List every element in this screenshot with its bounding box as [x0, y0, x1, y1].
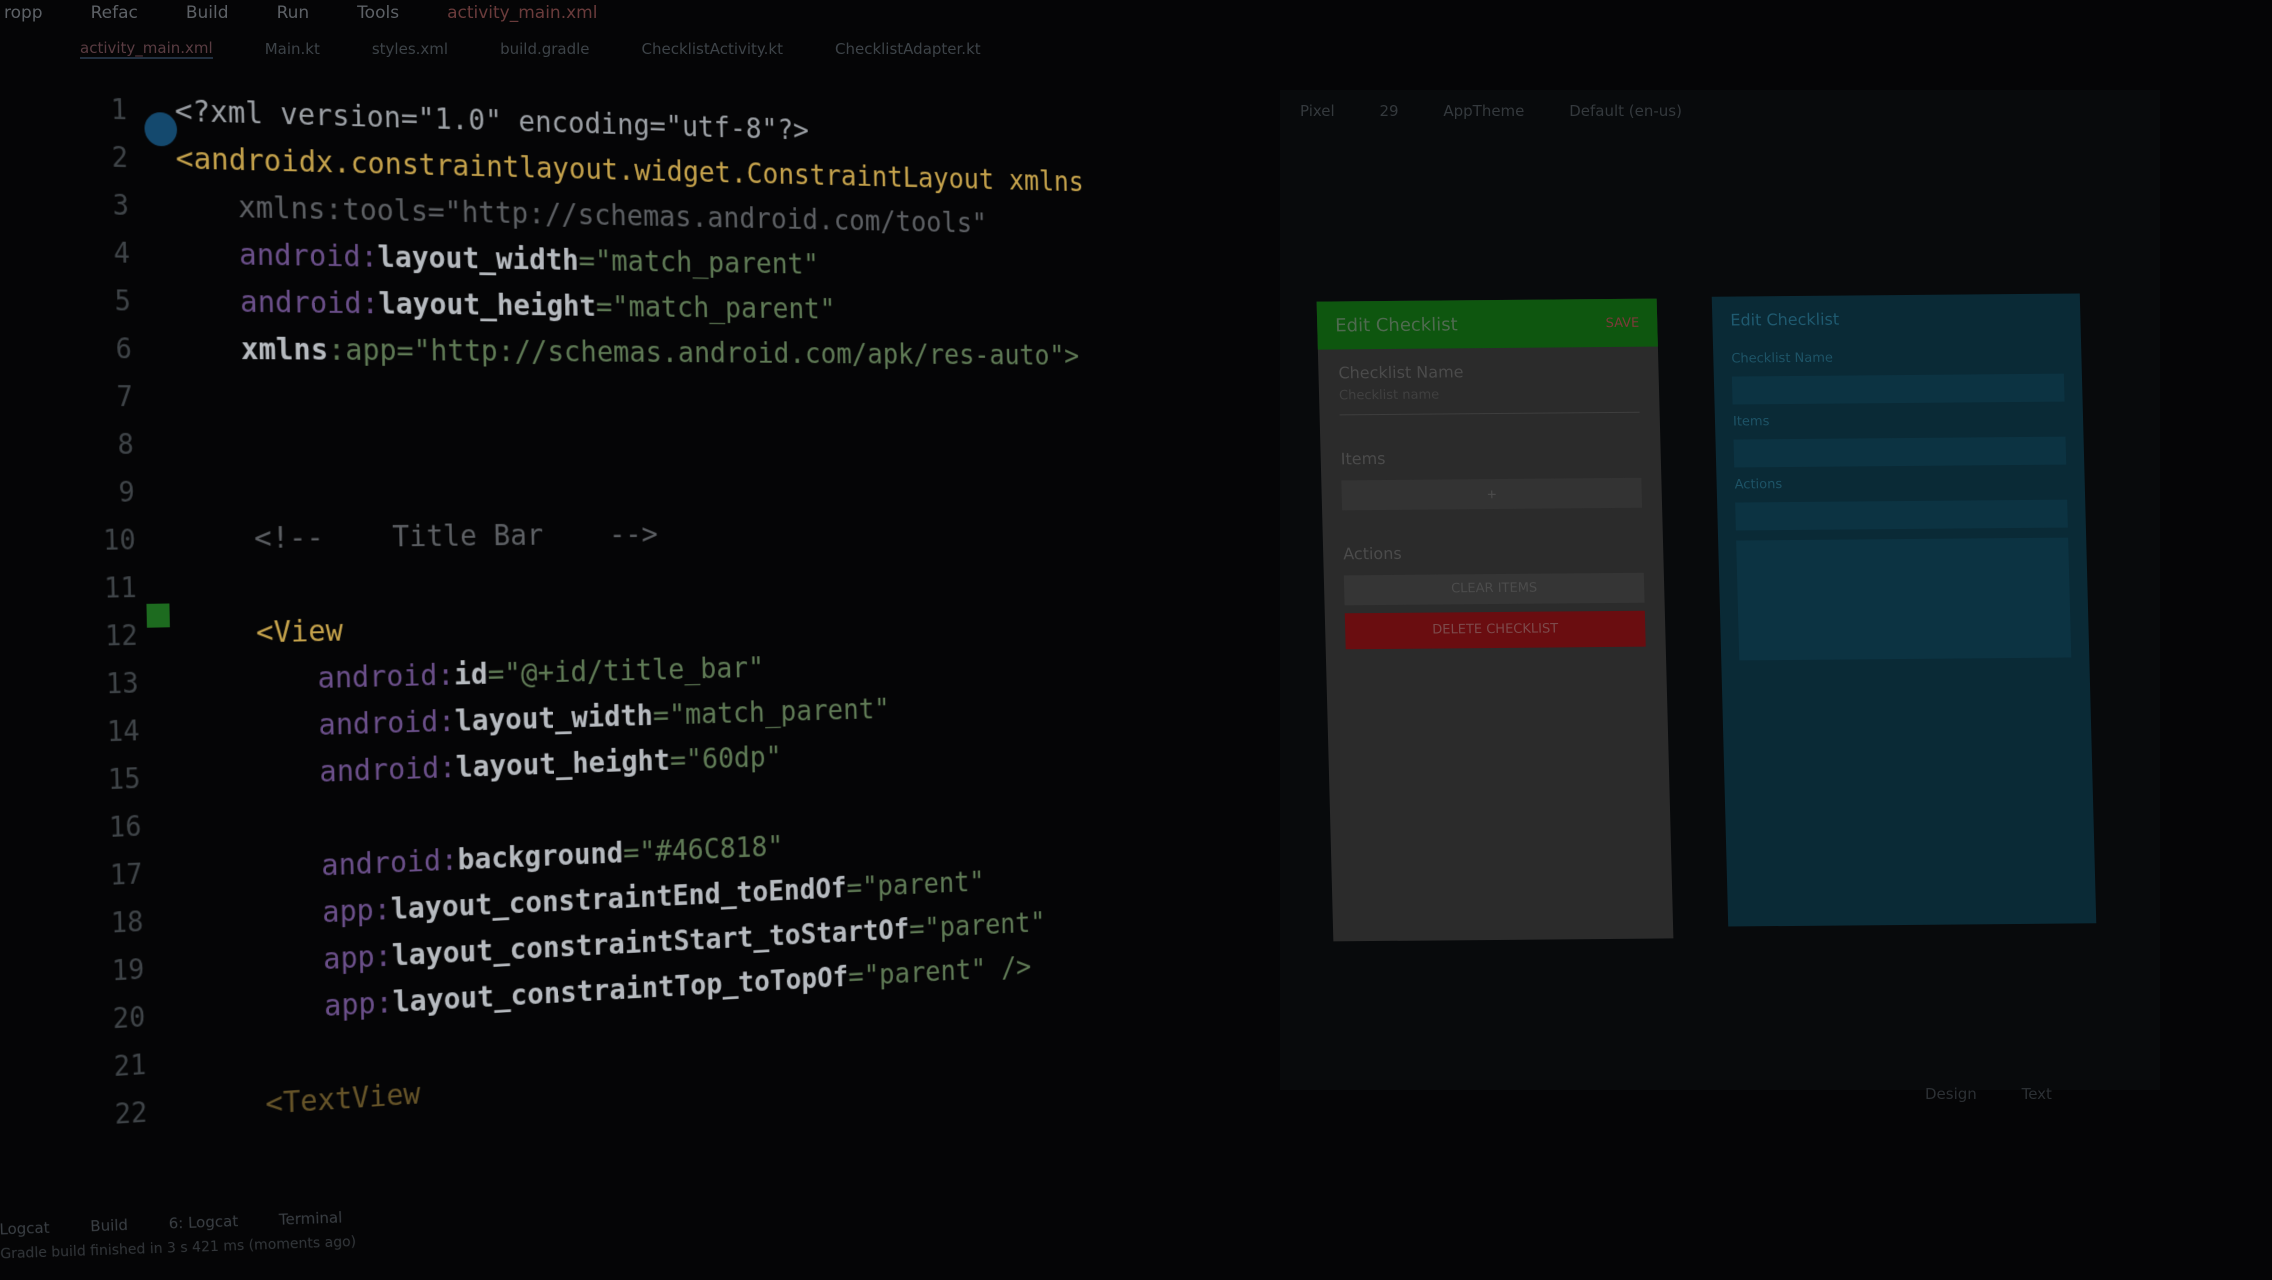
- line-number: 3: [112, 188, 130, 222]
- code-line: <TextView: [265, 1076, 421, 1122]
- delete-checklist-button[interactable]: DELETE CHECKLIST: [1344, 610, 1646, 650]
- device-selector[interactable]: Pixel: [1300, 102, 1335, 120]
- editor-tab[interactable]: ChecklistAdapter.kt: [835, 40, 981, 58]
- line-number: 11: [103, 570, 137, 605]
- save-button[interactable]: SAVE: [1605, 315, 1639, 330]
- logcat-tool-button[interactable]: Logcat: [0, 1219, 50, 1239]
- code-line: android:layout_width="match_parent": [238, 236, 820, 282]
- blueprint-label: Actions: [1734, 477, 1783, 493]
- file-title: activity_main.xml: [447, 3, 598, 23]
- text-tab[interactable]: Text: [2022, 1085, 2052, 1103]
- line-number: 21: [113, 1047, 147, 1083]
- clear-items-button[interactable]: CLEAR ITEMS: [1343, 572, 1645, 606]
- code-editor[interactable]: 1 <?xml version="1.0" encoding="utf-8"?> …: [69, 92, 1137, 1210]
- line-number: 22: [114, 1095, 148, 1131]
- editor-tab[interactable]: styles.xml: [372, 40, 448, 58]
- line-number: 6: [115, 331, 133, 365]
- title-bar: Edit Checklist SAVE: [1316, 298, 1658, 350]
- line-number: 2: [111, 140, 129, 174]
- design-tab[interactable]: Design: [1925, 1085, 1977, 1103]
- api-selector[interactable]: 29: [1379, 102, 1398, 120]
- blueprint-row: [1733, 436, 2067, 468]
- line-number: 7: [116, 379, 134, 413]
- line-number: 14: [106, 713, 140, 748]
- design-preview-phone[interactable]: Edit Checklist SAVE Checklist Name Check…: [1316, 298, 1674, 942]
- line-number: 19: [111, 952, 145, 987]
- code-line: android:layout_height="match_parent": [239, 284, 836, 327]
- blueprint-title: Edit Checklist: [1730, 309, 1840, 330]
- menu-bar: ropp Refac Build Run Tools activity_main…: [0, 0, 2272, 26]
- status-bar: Logcat Build 6: Logcat Terminal Gradle b…: [0, 1200, 601, 1280]
- line-number: 13: [105, 666, 139, 700]
- theme-selector[interactable]: AppTheme: [1443, 102, 1524, 120]
- code-comment: <!-- Title Bar -->: [253, 516, 659, 556]
- terminal-tool-button[interactable]: Terminal: [279, 1209, 343, 1229]
- code-line: android:id="@+id/title_bar": [317, 650, 765, 696]
- locale-selector[interactable]: Default (en-us): [1569, 102, 1682, 120]
- screen-title: Edit Checklist: [1334, 313, 1458, 336]
- actions-label: Actions: [1342, 543, 1402, 564]
- menu-item[interactable]: Run: [277, 3, 310, 23]
- blueprint-row: [1735, 499, 2068, 531]
- editor-tab[interactable]: ChecklistActivity.kt: [642, 40, 783, 58]
- editor-tab[interactable]: Main.kt: [265, 40, 320, 58]
- code-line: <View: [255, 613, 344, 651]
- blueprint-row: [1731, 373, 2065, 405]
- line-number: 8: [117, 427, 134, 461]
- line-number: 16: [108, 809, 142, 844]
- line-number: 4: [113, 236, 131, 270]
- menu-item[interactable]: Refac: [91, 3, 138, 23]
- checklist-name-field[interactable]: Checklist name: [1338, 385, 1640, 416]
- line-number: 5: [114, 283, 132, 317]
- checklist-name-label: Checklist Name: [1338, 362, 1464, 383]
- editor-tab[interactable]: build.gradle: [500, 40, 589, 58]
- line-number: 18: [110, 904, 144, 940]
- line-number: 10: [102, 522, 136, 557]
- menu-item[interactable]: Build: [186, 3, 229, 23]
- design-text-toggle: Design Text: [1925, 1085, 2092, 1103]
- line-number: 15: [107, 761, 141, 796]
- logcat-tab-button[interactable]: 6: Logcat: [168, 1212, 238, 1232]
- preview-toolbar: Pixel 29 AppTheme Default (en-us): [1300, 102, 1682, 120]
- add-item-input[interactable]: +: [1341, 477, 1643, 511]
- line-number: 1: [110, 92, 128, 126]
- menu-item[interactable]: Tools: [357, 3, 399, 23]
- editor-tab[interactable]: activity_main.xml: [80, 39, 213, 59]
- line-number: 20: [112, 1000, 146, 1035]
- items-label: Items: [1340, 448, 1386, 469]
- build-tool-button[interactable]: Build: [90, 1216, 128, 1235]
- line-number: 17: [109, 856, 143, 892]
- code-line: xmlns:app="http://schemas.android.com/ap…: [240, 331, 1080, 373]
- blueprint-row: [1736, 537, 2072, 661]
- editor-tab-bar: activity_main.xml Main.kt styles.xml bui…: [0, 34, 1300, 64]
- blueprint-preview[interactable]: Edit Checklist Checklist Name Items Acti…: [1711, 293, 2097, 927]
- line-number: 9: [118, 475, 135, 509]
- menu-item[interactable]: ropp: [4, 3, 43, 23]
- blueprint-label: Items: [1732, 414, 1770, 430]
- line-number: 12: [104, 618, 138, 652]
- blueprint-label: Checklist Name: [1731, 350, 1834, 367]
